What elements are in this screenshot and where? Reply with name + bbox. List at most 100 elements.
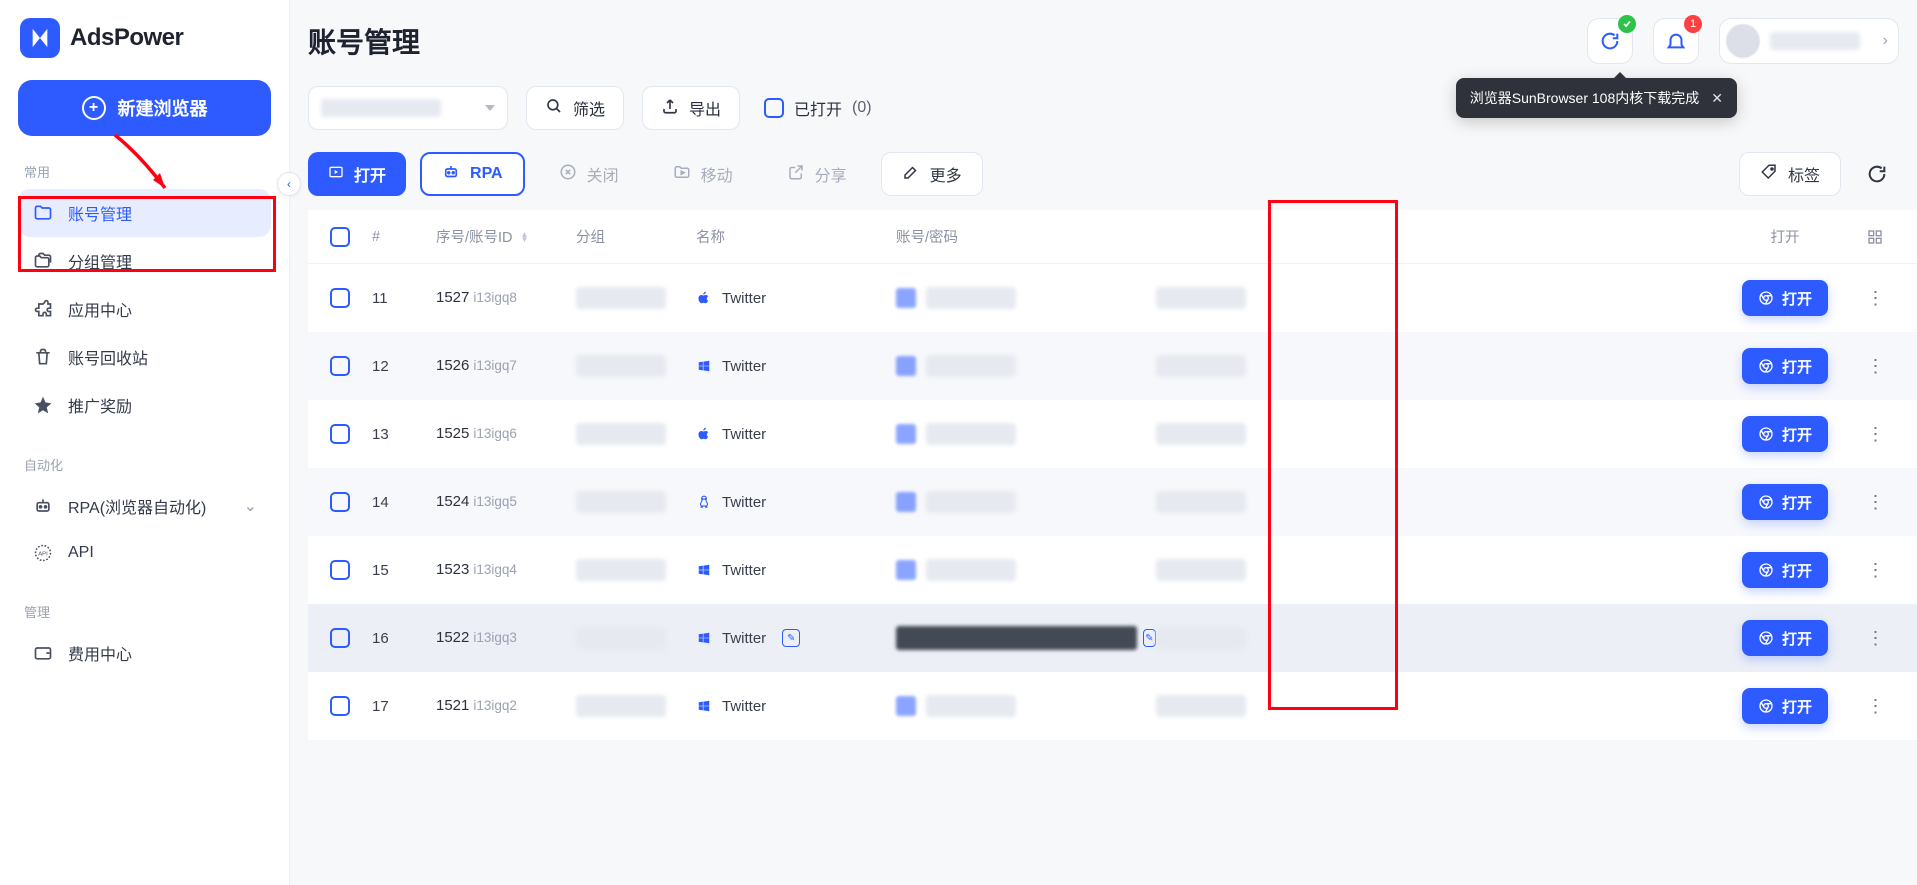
credential-redacted xyxy=(926,423,1016,445)
row-open-button[interactable]: 打开 xyxy=(1742,688,1828,724)
open-button[interactable]: 打开 xyxy=(308,152,406,196)
sidebar-label: 费用中心 xyxy=(68,641,132,665)
row-menu-button[interactable]: ⋮ xyxy=(1867,288,1884,309)
row-seq: 1522i13igq3 xyxy=(436,629,576,648)
row-checkbox[interactable] xyxy=(330,288,350,308)
more-button[interactable]: 更多 xyxy=(881,152,983,196)
account-name-redacted xyxy=(1770,32,1860,50)
sidebar-item-rpa[interactable]: RPA(浏览器自动化) ⌄ xyxy=(18,482,271,530)
opened-filter[interactable]: 已打开 (0) xyxy=(758,86,878,130)
brand-name: AdsPower xyxy=(70,24,183,52)
field-redacted xyxy=(1156,695,1246,717)
row-index: 11 xyxy=(372,290,436,307)
row-checkbox[interactable] xyxy=(330,628,350,648)
plus-icon: + xyxy=(82,96,106,120)
sidebar-item-groups[interactable]: 分组管理 xyxy=(18,237,271,285)
sidebar-item-billing[interactable]: 费用中心 xyxy=(18,629,271,677)
os-icon xyxy=(696,494,712,510)
row-index: 13 xyxy=(372,426,436,443)
table-row[interactable]: 111527i13igq8Twitter打开⋮ xyxy=(308,264,1917,332)
notifications-button[interactable]: 1 xyxy=(1653,18,1699,64)
sort-icon: ▲▼ xyxy=(521,232,529,242)
table-row[interactable]: 151523i13igq4Twitter打开⋮ xyxy=(308,536,1917,604)
sidebar-item-appcenter[interactable]: 应用中心 xyxy=(18,285,271,333)
table-row[interactable]: 141524i13igq5Twitter打开⋮ xyxy=(308,468,1917,536)
row-open-button[interactable]: 打开 xyxy=(1742,484,1828,520)
sidebar-label: 账号管理 xyxy=(68,201,132,225)
sync-button[interactable] xyxy=(1587,18,1633,64)
tags-button[interactable]: 标签 xyxy=(1739,152,1841,196)
folder-icon xyxy=(32,202,54,224)
group-select[interactable] xyxy=(308,86,508,130)
search-icon xyxy=(545,97,563,120)
move-button[interactable]: 移动 xyxy=(653,152,753,196)
row-menu-button[interactable]: ⋮ xyxy=(1867,356,1884,377)
accounts-table: # 序号/账号ID ▲▼ 分组 名称 账号/密码 打开 111527i13igq… xyxy=(308,210,1917,740)
open-label: 打开 xyxy=(354,162,386,186)
sidebar-label: 推广奖励 xyxy=(68,393,132,417)
sidebar-item-accounts[interactable]: 账号管理 xyxy=(18,189,271,237)
play-icon xyxy=(328,164,344,185)
row-open-button[interactable]: 打开 xyxy=(1742,416,1828,452)
table-row[interactable]: 171521i13igq2Twitter打开⋮ xyxy=(308,672,1917,740)
row-name: Twitter xyxy=(696,698,896,715)
page-title: 账号管理 xyxy=(308,21,420,61)
row-menu-button[interactable]: ⋮ xyxy=(1867,628,1884,649)
row-name: Twitter✎ xyxy=(696,629,896,647)
export-button[interactable]: 导出 xyxy=(642,86,740,130)
close-label: 关闭 xyxy=(587,162,619,186)
sidebar-item-rewards[interactable]: 推广奖励 xyxy=(18,381,271,429)
star-icon xyxy=(32,394,54,416)
row-checkbox[interactable] xyxy=(330,560,350,580)
table-row[interactable]: 161522i13igq3Twitter✎✎打开⋮ xyxy=(308,604,1917,672)
row-open-button[interactable]: 打开 xyxy=(1742,348,1828,384)
close-icon[interactable]: ✕ xyxy=(1711,90,1723,107)
columns-config-button[interactable] xyxy=(1855,229,1895,245)
refresh-button[interactable] xyxy=(1855,152,1899,196)
sidebar: AdsPower + 新建浏览器 常用 账号管理 分组管理 应用中心 xyxy=(0,0,290,885)
filter-label: 筛选 xyxy=(573,96,605,120)
puzzle-icon xyxy=(32,298,54,320)
close-circle-icon xyxy=(559,163,577,186)
sync-ok-badge xyxy=(1618,15,1636,33)
sidebar-item-api[interactable]: API API xyxy=(18,530,271,576)
share-button[interactable]: 分享 xyxy=(767,152,867,196)
row-menu-button[interactable]: ⋮ xyxy=(1867,696,1884,717)
edit-icon[interactable]: ✎ xyxy=(782,629,800,647)
rpa-button[interactable]: RPA xyxy=(420,152,525,196)
notif-count-badge: 1 xyxy=(1684,15,1702,33)
table-row[interactable]: 121526i13igq7Twitter打开⋮ xyxy=(308,332,1917,400)
close-button[interactable]: 关闭 xyxy=(539,152,639,196)
row-menu-button[interactable]: ⋮ xyxy=(1867,492,1884,513)
col-open: 打开 xyxy=(1715,226,1855,247)
row-index: 16 xyxy=(372,630,436,647)
more-label: 更多 xyxy=(930,162,962,186)
row-checkbox[interactable] xyxy=(330,696,350,716)
api-icon: API xyxy=(32,542,54,564)
new-browser-button[interactable]: + 新建浏览器 xyxy=(18,80,271,136)
field-redacted xyxy=(1156,559,1246,581)
row-open-button[interactable]: 打开 xyxy=(1742,280,1828,316)
row-open-button[interactable]: 打开 xyxy=(1742,620,1828,656)
row-menu-button[interactable]: ⋮ xyxy=(1867,560,1884,581)
sidebar-label: API xyxy=(68,544,94,562)
table-row[interactable]: 131525i13igq6Twitter打开⋮ xyxy=(308,400,1917,468)
filter-button[interactable]: 筛选 xyxy=(526,86,624,130)
os-icon xyxy=(696,290,712,306)
checkbox-icon xyxy=(764,98,784,118)
account-menu[interactable]: › xyxy=(1719,18,1899,64)
group-redacted xyxy=(576,423,666,445)
row-open-button[interactable]: 打开 xyxy=(1742,552,1828,588)
col-seq[interactable]: 序号/账号ID ▲▼ xyxy=(436,226,576,247)
row-menu-button[interactable]: ⋮ xyxy=(1867,424,1884,445)
row-checkbox[interactable] xyxy=(330,492,350,512)
download-complete-toast: 浏览器SunBrowser 108内核下载完成 ✕ xyxy=(1456,78,1737,118)
row-checkbox[interactable] xyxy=(330,424,350,444)
rpa-label: RPA xyxy=(470,165,503,183)
edit-icon[interactable]: ✎ xyxy=(1143,629,1156,647)
select-all-checkbox[interactable] xyxy=(330,227,350,247)
sidebar-item-recycle[interactable]: 账号回收站 xyxy=(18,333,271,381)
credential-redacted xyxy=(896,424,916,444)
sidebar-label: 应用中心 xyxy=(68,297,132,321)
row-checkbox[interactable] xyxy=(330,356,350,376)
